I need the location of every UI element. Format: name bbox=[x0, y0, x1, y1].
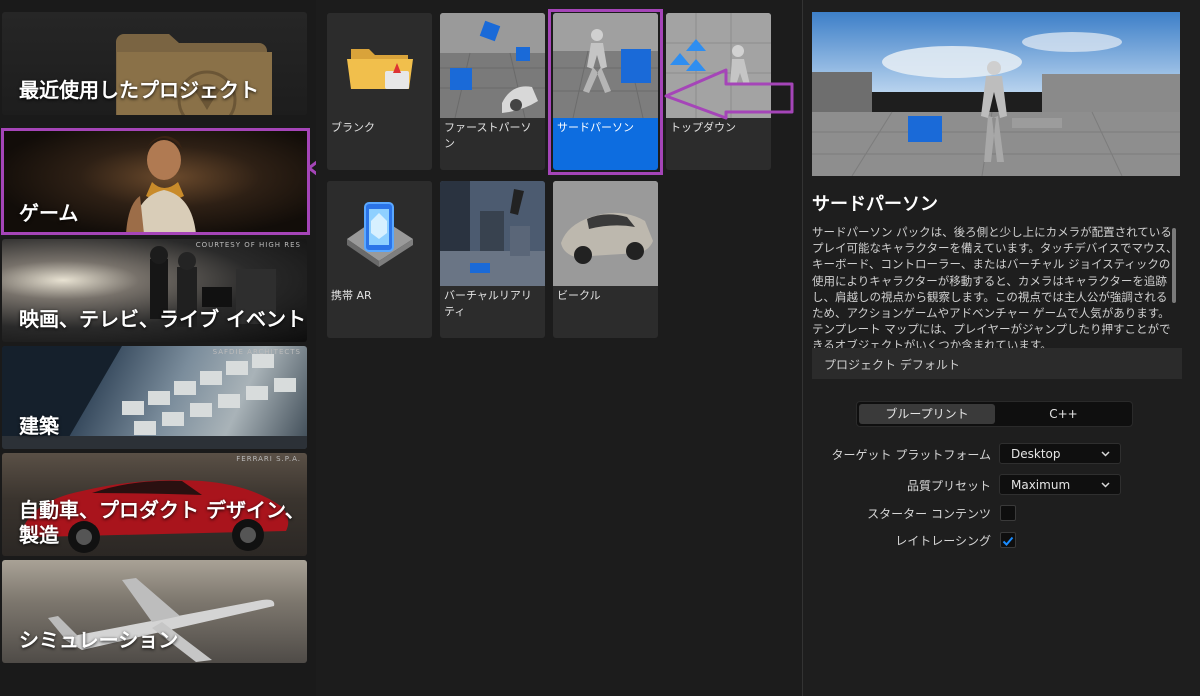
image-credit: FERRARI S.P.A. bbox=[236, 455, 301, 463]
vehicle-thumb bbox=[553, 181, 658, 286]
chevron-down-icon bbox=[1101, 482, 1110, 488]
quality-preset-dropdown[interactable]: Maximum bbox=[999, 474, 1121, 495]
starter-content-label: スターター コンテンツ bbox=[867, 507, 991, 521]
template-description: サードパーソン パックは、後ろ側と少し上にカメラが配置されているプレイ可能なキャ… bbox=[812, 225, 1178, 348]
template-top-down[interactable]: トップダウン bbox=[666, 13, 771, 170]
category-label: 最近使用したプロジェクト bbox=[19, 78, 259, 102]
blueprint-option[interactable]: ブループリント bbox=[859, 404, 995, 424]
template-title: サードパーソン bbox=[812, 194, 938, 215]
cpp-option[interactable]: C++ bbox=[997, 404, 1130, 424]
quality-preset-label: 品質プリセット bbox=[906, 479, 991, 493]
third-person-thumb bbox=[553, 13, 658, 118]
template-label: サードパーソン bbox=[557, 121, 634, 134]
raytracing-label: レイトレーシング bbox=[895, 534, 991, 548]
template-label: 携帯 AR bbox=[331, 289, 372, 302]
category-simulation[interactable]: シミュレーション bbox=[2, 560, 307, 663]
category-label: ゲーム bbox=[19, 201, 79, 225]
first-person-thumb bbox=[440, 13, 545, 118]
category-label: シミュレーション bbox=[19, 628, 179, 652]
template-label: ブランク bbox=[331, 121, 375, 134]
category-list: 最近使用したプロジェクト ゲーム COURTESY OF HIGH RES 映画… bbox=[0, 0, 312, 696]
template-blank[interactable]: ブランク bbox=[327, 13, 432, 170]
template-label: ビークル bbox=[557, 289, 601, 302]
template-grid: ブランク ファーストパーソン サードパーソン トップダウン 携帯 AR バーチャ… bbox=[316, 0, 802, 696]
mobile-ar-icon bbox=[327, 181, 432, 286]
target-platform-dropdown[interactable]: Desktop bbox=[999, 443, 1121, 464]
category-film-tv-live[interactable]: COURTESY OF HIGH RES 映画、テレビ、ライブ イベント bbox=[2, 239, 307, 342]
project-defaults-header: プロジェクト デフォルト bbox=[812, 348, 1182, 379]
category-recent-projects[interactable]: 最近使用したプロジェクト bbox=[2, 12, 307, 115]
description-scrollbar[interactable] bbox=[1172, 228, 1176, 303]
target-platform-label: ターゲット プラットフォーム bbox=[831, 448, 991, 462]
checkmark-icon bbox=[1002, 536, 1014, 546]
quality-preset-value: Maximum bbox=[1011, 478, 1071, 492]
vr-thumb bbox=[440, 181, 545, 286]
category-label: 映画、テレビ、ライブ イベント bbox=[19, 307, 306, 331]
image-credit: COURTESY OF HIGH RES bbox=[195, 241, 301, 249]
image-credit: SAFDIE ARCHITECTS bbox=[212, 348, 301, 356]
template-handheld-ar[interactable]: 携帯 AR bbox=[327, 181, 432, 338]
template-preview-image bbox=[812, 12, 1180, 176]
template-label: ファーストパーソン bbox=[444, 121, 532, 150]
raytracing-checkbox[interactable] bbox=[1000, 532, 1016, 548]
category-label: 自動車、プロダクト デザイン、製造 bbox=[19, 498, 305, 547]
target-platform-value: Desktop bbox=[1011, 447, 1061, 461]
category-label: 建築 bbox=[19, 414, 59, 438]
template-label: バーチャルリアリティ bbox=[444, 289, 532, 318]
template-label: トップダウン bbox=[670, 121, 736, 134]
top-down-thumb bbox=[666, 13, 771, 118]
template-vehicle[interactable]: ビークル bbox=[553, 181, 658, 338]
category-game[interactable]: ゲーム bbox=[2, 130, 307, 234]
template-details-panel: サードパーソン サードパーソン パックは、後ろ側と少し上にカメラが配置されている… bbox=[802, 0, 1200, 696]
template-virtual-reality[interactable]: バーチャルリアリティ bbox=[440, 181, 545, 338]
category-automotive[interactable]: FERRARI S.P.A. 自動車、プロダクト デザイン、製造 bbox=[2, 453, 307, 556]
folder-icon bbox=[327, 13, 432, 118]
template-first-person[interactable]: ファーストパーソン bbox=[440, 13, 545, 170]
category-architecture[interactable]: SAFDIE ARCHITECTS 建築 bbox=[2, 346, 307, 449]
chevron-down-icon bbox=[1101, 451, 1110, 457]
starter-content-checkbox[interactable] bbox=[1000, 505, 1016, 521]
template-third-person[interactable]: サードパーソン bbox=[553, 13, 658, 170]
blueprint-cpp-toggle: ブループリント C++ bbox=[856, 401, 1133, 427]
